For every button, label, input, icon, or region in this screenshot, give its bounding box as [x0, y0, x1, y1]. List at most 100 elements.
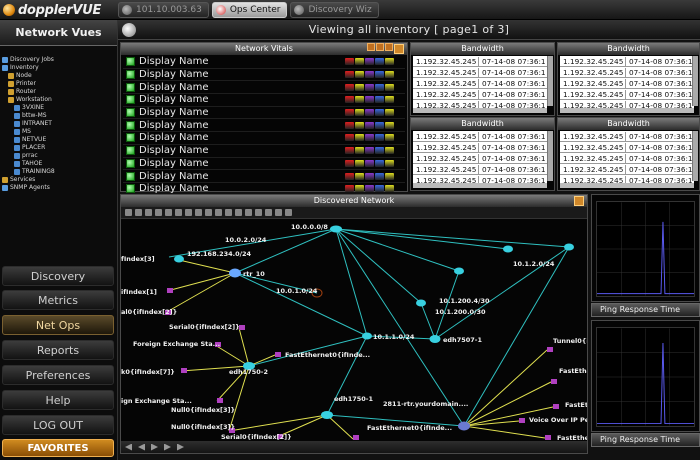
- ping-response-label[interactable]: Ping Response Time: [591, 433, 700, 447]
- nav-discovery[interactable]: Discovery: [2, 266, 114, 286]
- bandwidth-row[interactable]: 1.192.32.45.245 07-14-08 07:36:14: [560, 78, 694, 89]
- vitals-tool-icon[interactable]: [376, 43, 384, 51]
- vitals-tool-icon[interactable]: [385, 43, 393, 51]
- tool-icon[interactable]: [225, 209, 232, 216]
- scrollbar[interactable]: [560, 108, 694, 113]
- tool-icon[interactable]: [125, 209, 132, 216]
- scrollbar[interactable]: [413, 108, 547, 113]
- vitals-row[interactable]: Display Name: [123, 132, 405, 145]
- nav-help[interactable]: Help: [2, 390, 114, 410]
- nav-net-ops[interactable]: Net Ops: [2, 315, 114, 335]
- vital-indicator: [385, 121, 394, 129]
- scrollbar[interactable]: [692, 131, 698, 181]
- tree-item[interactable]: prrac: [2, 152, 117, 160]
- tool-icon[interactable]: [245, 209, 252, 216]
- tree-item[interactable]: Printer: [2, 80, 117, 88]
- expand-icon[interactable]: [394, 44, 404, 54]
- node-label: Null0{ifIndex[3]}: [171, 423, 235, 431]
- nav-reports[interactable]: Reports: [2, 340, 114, 360]
- bandwidth-row[interactable]: 1.192.32.45.245 07-14-08 07:36:14: [413, 153, 547, 164]
- tool-icon[interactable]: [175, 209, 182, 216]
- next-page-icon[interactable]: [164, 443, 171, 451]
- vitals-row[interactable]: Display Name: [123, 158, 405, 171]
- tree-item[interactable]: PLACER: [2, 144, 117, 152]
- scrollbar[interactable]: [560, 183, 694, 188]
- tree-item[interactable]: MS: [2, 128, 117, 136]
- vitals-tool-icon[interactable]: [367, 43, 375, 51]
- bandwidth-row[interactable]: 1.192.32.45.245 07-14-08 07:36:14: [413, 142, 547, 153]
- tree-item[interactable]: Services: [2, 176, 117, 184]
- tool-icon[interactable]: [155, 209, 162, 216]
- tool-icon[interactable]: [235, 209, 242, 216]
- bandwidth-row[interactable]: 1.192.32.45.245 07-14-08 07:36:14: [560, 56, 694, 67]
- link: [434, 270, 460, 340]
- view-title: Viewing all inventory [ page1 of 3]: [308, 23, 510, 36]
- nav-preferences[interactable]: Preferences: [2, 365, 114, 385]
- bandwidth-row[interactable]: 1.192.32.45.245 07-14-08 07:36:14: [560, 67, 694, 78]
- tree-item[interactable]: INTRANET: [2, 120, 117, 128]
- bandwidth-row[interactable]: 1.192.32.45.245 07-14-08 07:36:14: [560, 89, 694, 100]
- tree-item[interactable]: Workstation: [2, 96, 117, 104]
- tab-discovery-wiz[interactable]: Discovery Wiz: [290, 2, 379, 18]
- vitals-row[interactable]: Display Name: [123, 81, 405, 95]
- tree-item[interactable]: Router: [2, 88, 117, 96]
- play-icon[interactable]: [151, 443, 158, 451]
- tree-item[interactable]: NETVUE: [2, 136, 117, 144]
- tool-icon[interactable]: [195, 209, 202, 216]
- first-page-icon[interactable]: [125, 443, 132, 451]
- tree-item[interactable]: 3VXINE: [2, 104, 117, 112]
- scrollbar[interactable]: [547, 56, 553, 106]
- vitals-row[interactable]: Display Name: [123, 170, 405, 183]
- tool-icon[interactable]: [255, 209, 262, 216]
- tool-icon[interactable]: [215, 209, 222, 216]
- tree-item[interactable]: TRAINING8: [2, 168, 117, 176]
- bandwidth-row[interactable]: 1.192.32.45.245 07-14-08 07:36:14: [560, 164, 694, 175]
- tree-item[interactable]: Discovery Jobs: [2, 56, 117, 64]
- tree-item[interactable]: bttw-MS: [2, 112, 117, 120]
- nav-logout[interactable]: LOG OUT: [2, 415, 114, 435]
- scrollbar[interactable]: [692, 56, 698, 106]
- subnet-node: [174, 255, 184, 263]
- tool-icon[interactable]: [185, 209, 192, 216]
- vitals-row[interactable]: Display Name: [123, 56, 405, 69]
- tree-item[interactable]: Node: [2, 72, 117, 80]
- bandwidth-row[interactable]: 1.192.32.45.245 07-14-08 07:36:14: [413, 67, 547, 78]
- scrollbar[interactable]: [413, 183, 547, 188]
- vitals-row[interactable]: Display Name: [123, 69, 405, 82]
- vitals-row[interactable]: Display Name: [123, 107, 405, 120]
- nav-metrics[interactable]: Metrics: [2, 290, 114, 310]
- ping-response-label[interactable]: Ping Response Time: [591, 303, 700, 317]
- bandwidth-row[interactable]: 1.192.32.45.245 07-14-08 07:36:14: [413, 164, 547, 175]
- expand-icon[interactable]: [574, 196, 584, 206]
- tool-icon[interactable]: [275, 209, 282, 216]
- tab-ip[interactable]: 101.10.003.63: [118, 2, 209, 18]
- tree-item[interactable]: Inventory: [2, 64, 117, 72]
- bandwidth-row[interactable]: 1.192.32.45.245 07-14-08 07:36:14: [413, 89, 547, 100]
- node-label: 2811-rtr.yourdomain....: [383, 400, 468, 408]
- bandwidth-panel: Bandwidth 1.192.32.45.245 07-14-08 07:36:…: [410, 117, 555, 191]
- bandwidth-row[interactable]: 1.192.32.45.245 07-14-08 07:36:14: [413, 78, 547, 89]
- bandwidth-row[interactable]: 1.192.32.45.245 07-14-08 07:36:14: [560, 131, 694, 142]
- tool-icon[interactable]: [205, 209, 212, 216]
- bandwidth-row[interactable]: 1.192.32.45.245 07-14-08 07:36:14: [413, 56, 547, 67]
- bandwidth-row[interactable]: 1.192.32.45.245 07-14-08 07:36:14: [560, 142, 694, 153]
- network-map[interactable]: 10.0.0.0/8 10.0.2.0/24 192.168.234.0/24 …: [121, 219, 587, 442]
- scrollbar[interactable]: [547, 131, 553, 181]
- vitals-row[interactable]: Display Name: [123, 119, 405, 133]
- tool-icon[interactable]: [145, 209, 152, 216]
- last-page-icon[interactable]: [177, 443, 184, 451]
- vitals-row[interactable]: Display Name: [123, 94, 405, 107]
- tool-icon[interactable]: [165, 209, 172, 216]
- bandwidth-timestamp: 07-14-08 07:36:14: [482, 164, 545, 174]
- bandwidth-row[interactable]: 1.192.32.45.245 07-14-08 07:36:14: [560, 153, 694, 164]
- tool-icon[interactable]: [265, 209, 272, 216]
- bandwidth-row[interactable]: 1.192.32.45.245 07-14-08 07:36:14: [413, 131, 547, 142]
- favorites-button[interactable]: FAVORITES: [2, 439, 114, 457]
- vitals-row[interactable]: Display Name: [123, 145, 405, 158]
- tab-ops-center[interactable]: Ops Center: [211, 2, 288, 18]
- prev-page-icon[interactable]: [138, 443, 145, 451]
- tool-icon[interactable]: [135, 209, 142, 216]
- tool-icon[interactable]: [285, 209, 292, 216]
- tree-item[interactable]: SNMP Agents: [2, 184, 117, 192]
- tree-item[interactable]: TAHOE: [2, 160, 117, 168]
